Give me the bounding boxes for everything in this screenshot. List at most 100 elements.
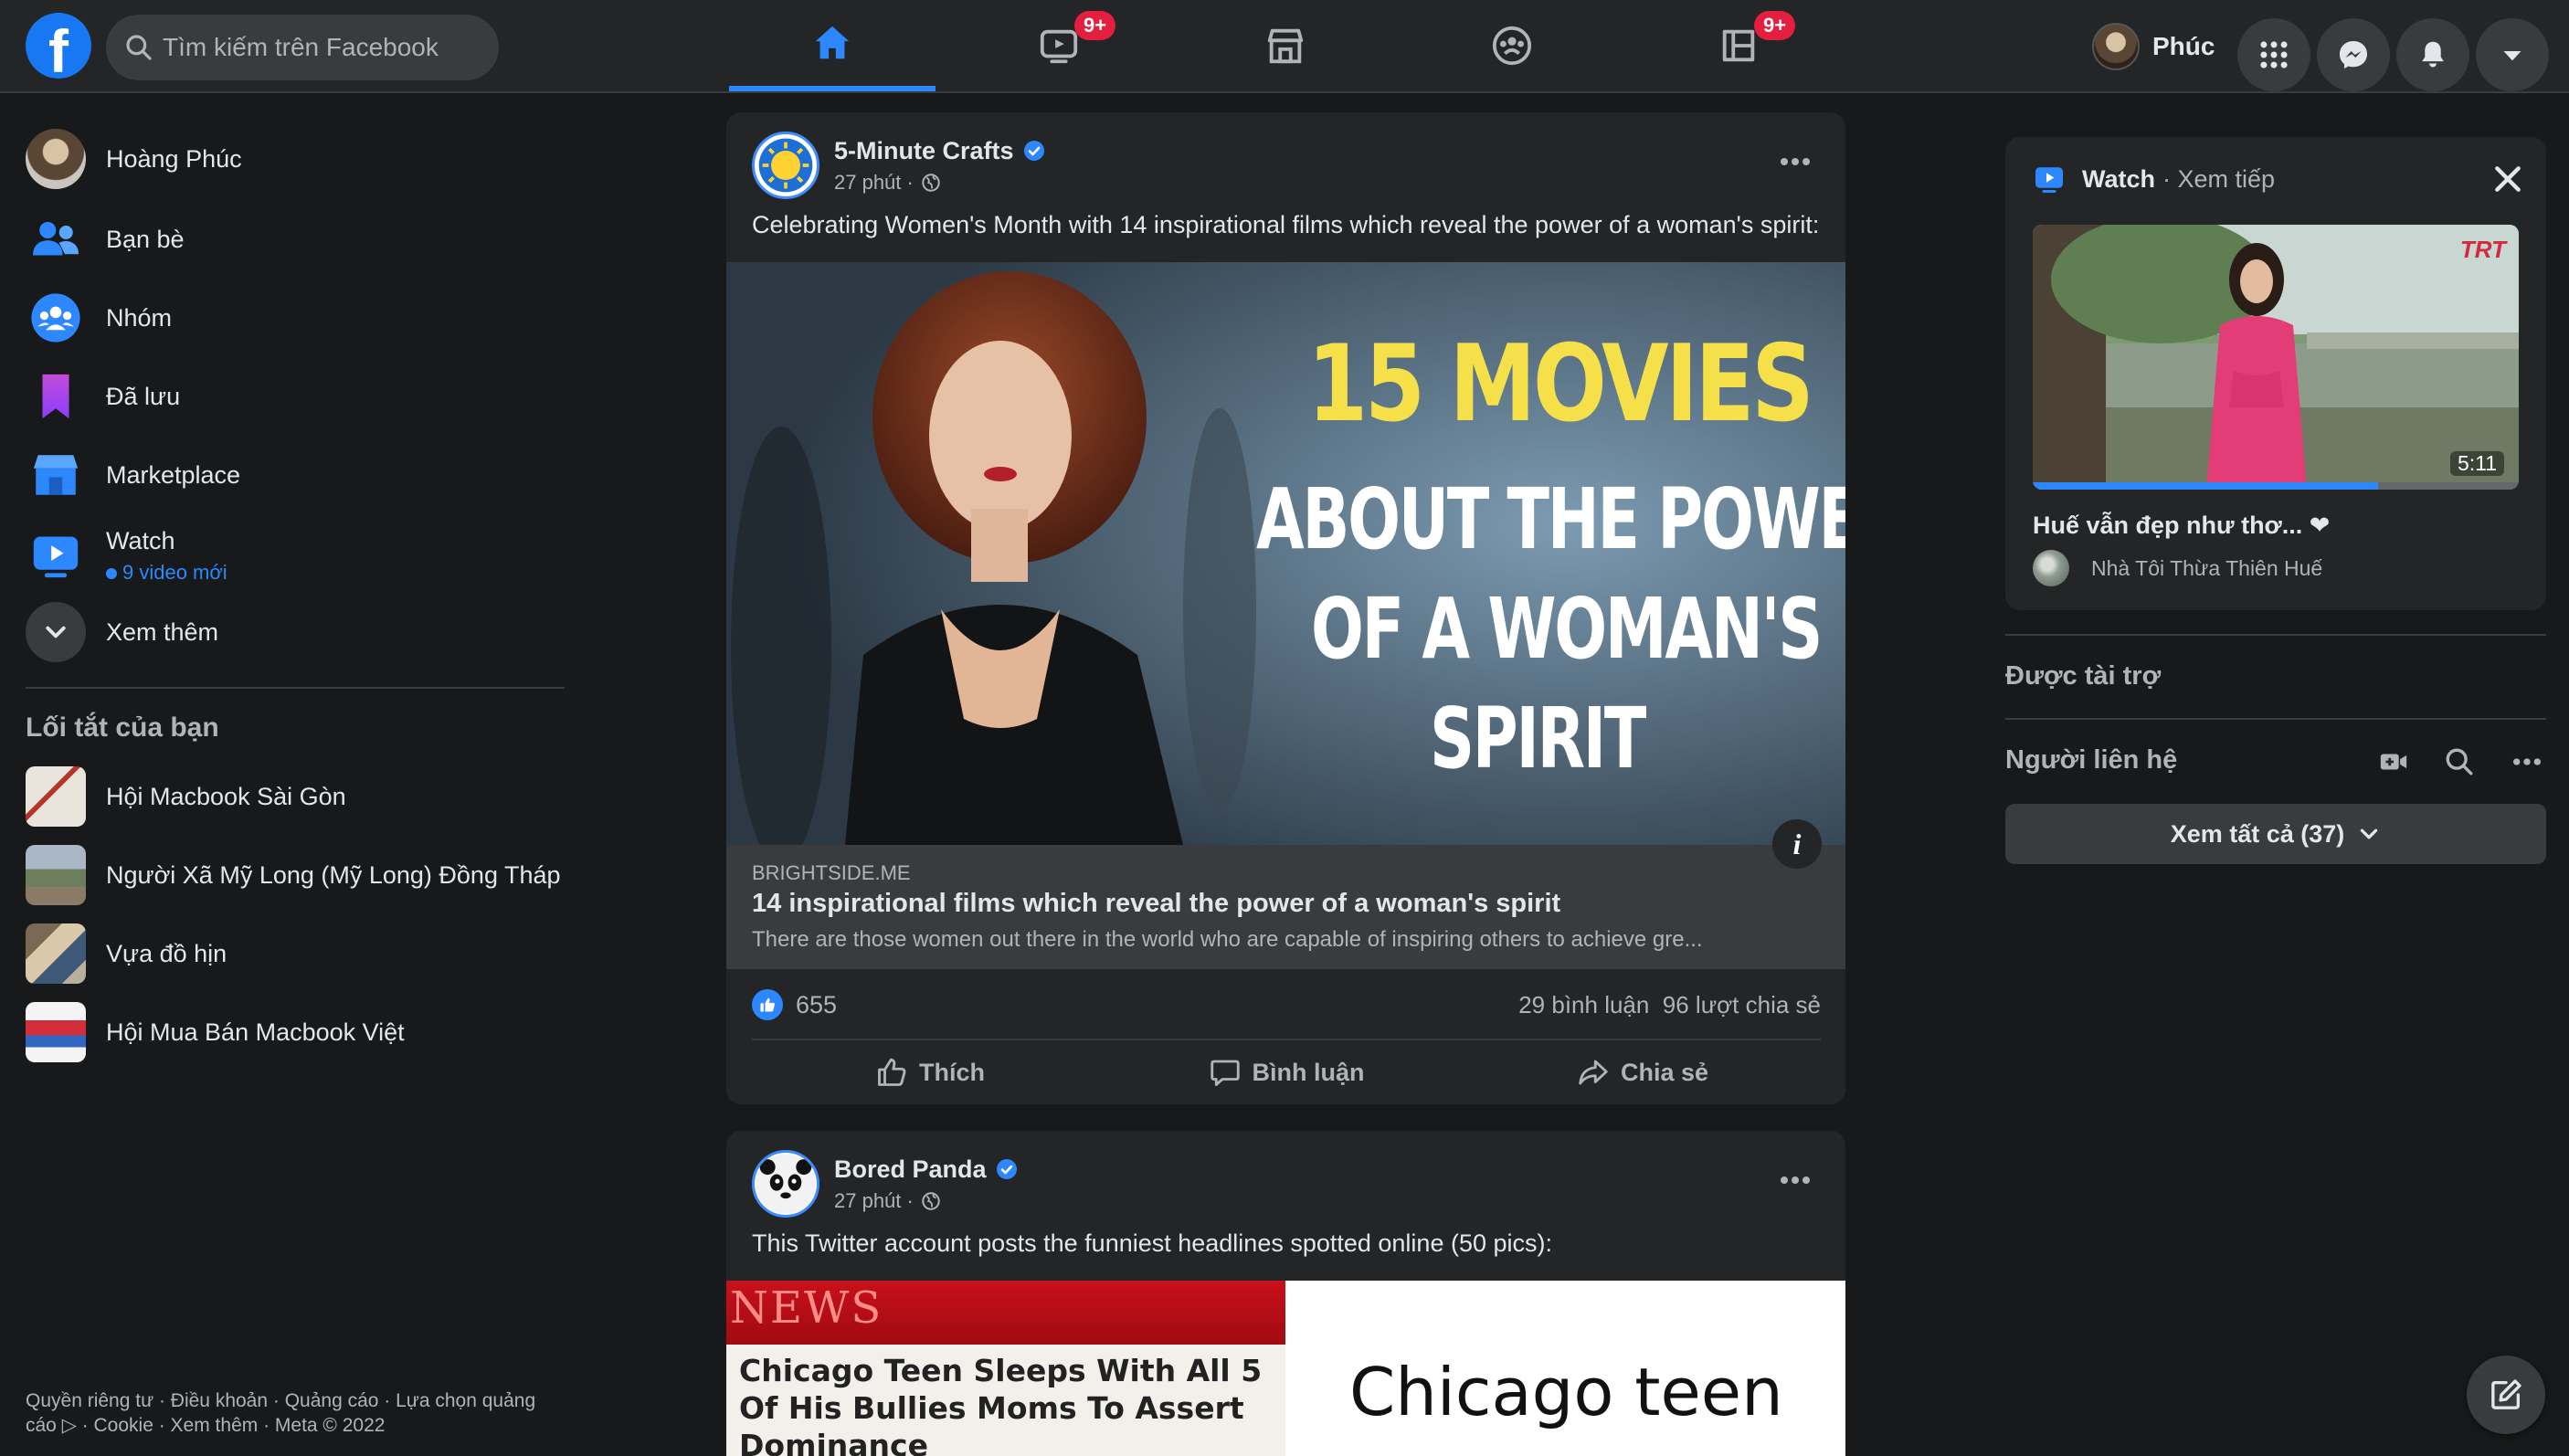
video-channel[interactable]: Nhà Tôi Thừa Thiên Huế [2033, 550, 2322, 586]
post-actions: Thích Bình luận Chia sẻ [752, 1044, 1821, 1101]
home-icon [815, 26, 850, 59]
like-reaction-icon[interactable] [752, 989, 783, 1020]
see-all-contacts-button[interactable]: Xem tất cả (37) [2005, 804, 2546, 864]
messenger-button[interactable] [2317, 18, 2390, 91]
sidebar-item-saved[interactable]: Đã lưu [26, 360, 574, 433]
sidebar-item-marketplace[interactable]: Marketplace [26, 438, 574, 512]
comment-button[interactable]: Bình luận [1108, 1044, 1464, 1101]
post-link-image[interactable]: 15 MOVIES ABOUT THE POWER OF A WOMAN'S S… [726, 262, 1845, 845]
post-image-right[interactable]: Chicago teen [1285, 1281, 1845, 1456]
video-scene-graphic [2033, 225, 2519, 490]
poster-headline-line1: 15 MOVIES [1307, 322, 1814, 446]
share-label: Chia sẻ [1620, 1058, 1709, 1086]
new-room-button[interactable] [2373, 742, 2414, 782]
sidebar-item-label: Nhóm [106, 303, 173, 332]
poster-headline-line4: SPIRIT [1430, 690, 1646, 787]
marketplace-icon [1267, 28, 1304, 64]
tab-watch[interactable]: 9+ [956, 0, 1162, 91]
shortcut-label: Hội Mua Bán Macbook Việt [106, 1018, 405, 1046]
like-button[interactable]: Thích [752, 1044, 1108, 1101]
post-image-left[interactable]: NEWS Chicago Teen Sleeps With All 5 Of H… [726, 1281, 1285, 1456]
share-button[interactable]: Chia sẻ [1464, 1044, 1821, 1101]
news-headline: Chicago Teen Sleeps With All 5 Of His Bu… [739, 1353, 1263, 1456]
footer-links[interactable]: Quyền riêng tư · Điều khoản · Quảng cáo … [26, 1388, 537, 1438]
post-author[interactable]: 5-Minute Crafts [834, 137, 1014, 165]
unread-dot [106, 567, 117, 579]
poster-headline-line3: OF A WOMAN'S [1311, 580, 1823, 678]
search-icon [126, 35, 152, 60]
post-options-button[interactable] [1772, 143, 1818, 180]
account-menu-button[interactable] [2476, 18, 2549, 91]
watch-card-title[interactable]: Watch [2082, 165, 2155, 194]
video-progress-bar[interactable] [2033, 482, 2519, 490]
post-header: 5-Minute Crafts 27 phút · [752, 131, 1045, 200]
shortcut-item[interactable]: Hội Mua Bán Macbook Việt [26, 996, 574, 1069]
groups-icon [1492, 26, 1532, 66]
video-call-plus-icon [2380, 754, 2407, 770]
shortcut-item[interactable]: Hội Macbook Sài Gòn [26, 760, 574, 833]
search-box[interactable] [106, 15, 499, 80]
divider [752, 1039, 1821, 1040]
post-author[interactable]: Bored Panda [834, 1155, 987, 1184]
sidebar-item-profile[interactable]: Hoàng Phúc [26, 122, 574, 195]
post-time[interactable]: 27 phút · [834, 1189, 914, 1213]
watch-card-header: Watch · Xem tiếp [2033, 163, 2275, 195]
grid-menu-icon [2260, 41, 2288, 69]
video-progress-fill [2033, 482, 2378, 490]
link-description: There are those women out there in the w… [752, 927, 1703, 952]
watch-notification-badge: 9+ [1074, 11, 1116, 40]
verified-badge-icon [1023, 141, 1044, 161]
top-navigation-bar: f 9+ 9+ Phúc [0, 0, 2569, 93]
more-dots-icon [1781, 158, 1810, 165]
tab-gaming[interactable]: 9+ [1635, 0, 1842, 91]
divider [2005, 634, 2546, 636]
group-thumbnail [26, 766, 86, 827]
search-input[interactable] [163, 15, 482, 80]
close-icon[interactable] [2490, 161, 2526, 197]
sidebar-item-label: Watch [106, 526, 175, 554]
search-icon [2446, 748, 2473, 775]
page-avatar[interactable] [752, 1150, 819, 1218]
new-message-button[interactable] [2467, 1356, 2545, 1434]
sidebar-item-see-more[interactable]: Xem thêm [26, 596, 574, 669]
video-title[interactable]: Huế vẫn đẹp như thơ... ❤ [2033, 512, 2330, 540]
post-stats: 655 29 bình luận 96 lượt chia sẻ [752, 982, 1821, 1028]
bored-panda-logo [756, 1154, 816, 1214]
search-contacts-button[interactable] [2439, 742, 2479, 782]
facebook-logo[interactable]: f [26, 13, 91, 79]
more-dots-icon [1781, 1176, 1810, 1184]
groups-icon [26, 288, 86, 348]
feed-post: 5-Minute Crafts 27 phút · Celebrating Wo… [726, 112, 1845, 1104]
shortcut-label: Vựa đồ hịn [106, 939, 227, 967]
video-thumbnail[interactable]: TRT 5:11 [2033, 225, 2519, 490]
five-minute-crafts-logo [758, 138, 813, 193]
friends-icon [26, 209, 86, 269]
reaction-count[interactable]: 655 [796, 991, 837, 1019]
divider [26, 687, 565, 689]
contacts-options-button[interactable] [2507, 742, 2547, 782]
poster-headline-line2: ABOUT THE POWER [1256, 470, 1845, 568]
post-time[interactable]: 27 phút · [834, 171, 914, 195]
comments-shares-count[interactable]: 29 bình luận 96 lượt chia sẻ [1518, 991, 1821, 1019]
tab-groups[interactable] [1409, 0, 1615, 91]
link-preview[interactable]: i BRIGHTSIDE.ME 14 inspirational films w… [726, 819, 1845, 969]
sidebar-item-watch[interactable]: Watch 9 video mới [26, 519, 574, 592]
sidebar-item-friends[interactable]: Bạn bè [26, 203, 574, 276]
comment-label: Bình luận [1252, 1058, 1365, 1086]
menu-button[interactable] [2237, 18, 2310, 91]
notifications-button[interactable] [2396, 18, 2469, 91]
shortcut-item[interactable]: Vựa đồ hịn [26, 917, 574, 990]
post-caption: Celebrating Women's Month with 14 inspir… [752, 211, 1820, 238]
post-options-button[interactable] [1772, 1162, 1818, 1198]
shortcut-item[interactable]: Người Xã Mỹ Long (Mỹ Long) Đồng Tháp [26, 839, 574, 912]
tab-home[interactable] [729, 0, 936, 91]
watch-tv-icon [1040, 29, 1078, 64]
new-videos-indicator: 9 video mới [106, 561, 227, 585]
profile-chip[interactable]: Phúc [2092, 20, 2215, 73]
gaming-icon [1722, 29, 1755, 62]
tab-marketplace[interactable] [1182, 0, 1389, 91]
info-icon[interactable]: i [1772, 819, 1822, 869]
sidebar-item-groups[interactable]: Nhóm [26, 281, 574, 354]
verified-badge-icon [996, 1159, 1017, 1179]
page-avatar[interactable] [752, 132, 819, 199]
